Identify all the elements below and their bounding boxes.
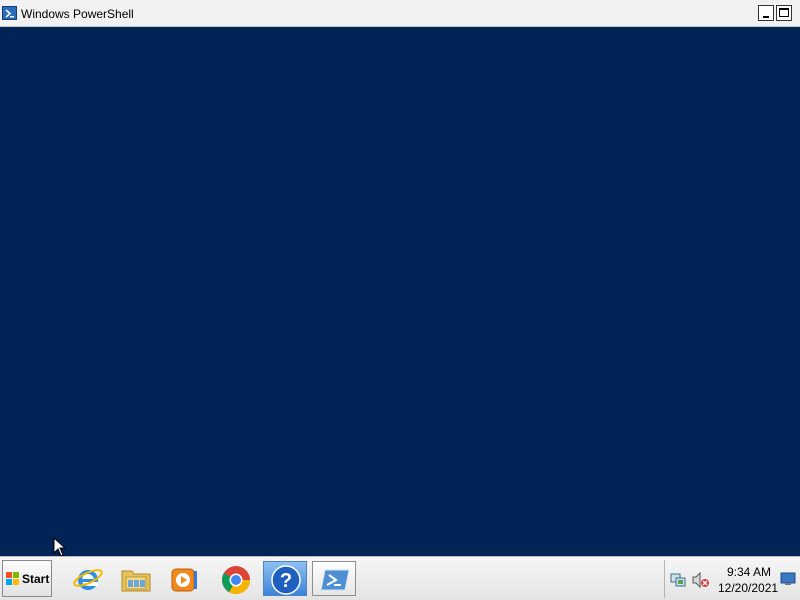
maximize-button[interactable]	[776, 5, 792, 21]
powershell-icon	[2, 6, 17, 20]
mouse-cursor-icon	[53, 537, 67, 557]
taskbar-google-chrome[interactable]	[214, 561, 258, 596]
taskbar-powershell[interactable]	[312, 561, 356, 596]
taskbar-internet-explorer[interactable]	[66, 561, 110, 596]
window-title-bar[interactable]: Windows PowerShell	[0, 0, 800, 27]
svg-text:?: ?	[280, 570, 292, 592]
internet-explorer-icon	[73, 569, 103, 590]
minimize-button[interactable]	[758, 5, 774, 21]
powershell-icon	[320, 569, 350, 591]
volume-muted-icon[interactable]	[692, 572, 710, 588]
taskbar-media-player[interactable]	[162, 561, 206, 596]
chrome-icon	[222, 566, 250, 594]
clock-time[interactable]: 9:34 AM	[727, 565, 771, 579]
taskbar-help-and-support[interactable]: ?	[263, 561, 307, 596]
media-player-icon	[171, 568, 197, 592]
start-label: Start	[22, 572, 50, 586]
show-desktop-icon[interactable]	[780, 572, 796, 586]
help-icon: ?	[271, 565, 301, 595]
console-area[interactable]	[0, 27, 800, 556]
network-icon[interactable]	[670, 572, 686, 588]
taskbar: Start ? 9:34 AM 12/20/2021	[0, 556, 800, 600]
start-button[interactable]: Start	[2, 560, 52, 597]
folder-icon	[121, 570, 151, 592]
clock-date[interactable]: 12/20/2021	[718, 581, 778, 595]
window-title: Windows PowerShell	[21, 7, 134, 21]
windows-logo-icon	[6, 572, 20, 586]
taskbar-windows-explorer[interactable]	[114, 561, 158, 596]
